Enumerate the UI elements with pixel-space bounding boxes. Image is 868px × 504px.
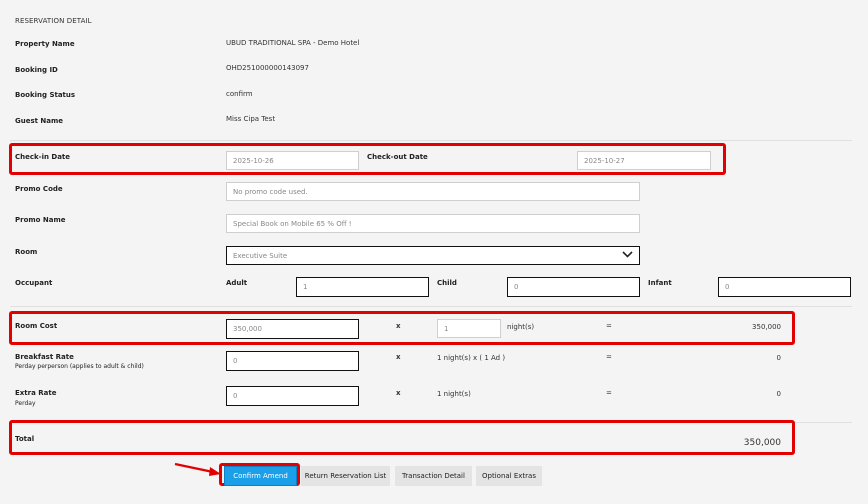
red-arrow-icon (173, 461, 223, 483)
multiply-sign: x (396, 389, 401, 397)
equals-sign: = (606, 353, 612, 361)
total-label: Total (15, 435, 35, 443)
extra-rate-sublabel: Perday (15, 400, 36, 407)
checkin-date-input[interactable]: 2025-10-26 (226, 151, 359, 170)
guest-name-label: Guest Name (15, 117, 64, 125)
extra-result: 0 (776, 390, 781, 398)
adult-label: Adult (226, 279, 248, 287)
room-cost-label: Room Cost (15, 322, 58, 330)
highlight-total (9, 420, 795, 455)
property-name-label: Property Name (15, 40, 75, 48)
breakfast-result: 0 (776, 354, 781, 362)
highlight-room-cost (9, 311, 795, 345)
checkout-date-input[interactable]: 2025-10-27 (577, 151, 711, 170)
nights-label: night(s) (507, 323, 535, 331)
booking-status-label: Booking Status (15, 91, 76, 99)
promo-name-label: Promo Name (15, 216, 66, 224)
booking-status-value: confirm (226, 90, 253, 98)
room-label: Room (15, 248, 38, 256)
breakfast-rate-sublabel: Perday perperson (applies to adult & chi… (15, 363, 144, 370)
breakfast-rate-label: Breakfast Rate (15, 353, 74, 361)
transaction-detail-button[interactable]: Transaction Detail (395, 466, 472, 486)
return-reservation-list-button[interactable]: Return Reservation List (301, 466, 390, 486)
divider (10, 140, 852, 141)
adult-input[interactable]: 1 (296, 277, 429, 297)
nights-input[interactable]: 1 (437, 319, 501, 338)
room-cost-input[interactable]: 350,000 (226, 319, 359, 339)
multiply-sign: x (396, 353, 401, 361)
confirm-amend-button[interactable]: Confirm Amend (224, 466, 297, 486)
promo-code-input[interactable]: No promo code used. (226, 182, 640, 201)
total-value: 350,000 (743, 438, 781, 448)
booking-id-label: Booking ID (15, 66, 58, 74)
promo-name-input[interactable]: Special Book on Mobile 65 % Off ! (226, 214, 640, 233)
room-selected-value: Executive Suite (233, 251, 288, 260)
extra-rate-label: Extra Rate (15, 389, 57, 397)
equals-sign: = (606, 389, 612, 397)
equals-sign: = (606, 322, 612, 330)
checkin-label: Check-in Date (15, 153, 71, 161)
infant-label: Infant (648, 279, 672, 287)
section-title: RESERVATION DETAIL (15, 17, 92, 25)
promo-code-label: Promo Code (15, 185, 63, 193)
checkout-label: Check-out Date (367, 153, 428, 161)
room-cost-result: 350,000 (752, 323, 781, 331)
occupant-label: Occupant (15, 279, 53, 287)
child-input[interactable]: 0 (507, 277, 640, 297)
child-label: Child (437, 279, 457, 287)
property-name-value: UBUD TRADITIONAL SPA - Demo Hotel (226, 39, 360, 47)
optional-extras-button[interactable]: Optional Extras (476, 466, 542, 486)
breakfast-desc: 1 night(s) x ( 1 Ad ) (437, 354, 506, 362)
chevron-down-icon (622, 251, 633, 260)
extra-desc: 1 night(s) (437, 390, 471, 398)
room-select[interactable]: Executive Suite (226, 246, 640, 265)
guest-name-value: Miss Cipa Test (226, 115, 276, 123)
breakfast-rate-input[interactable]: 0 (226, 351, 359, 371)
booking-id-value: OHD251000000143097 (226, 64, 309, 72)
divider (10, 306, 852, 307)
infant-input[interactable]: 0 (718, 277, 851, 297)
extra-rate-input[interactable]: 0 (226, 386, 359, 406)
multiply-sign: x (396, 322, 401, 330)
